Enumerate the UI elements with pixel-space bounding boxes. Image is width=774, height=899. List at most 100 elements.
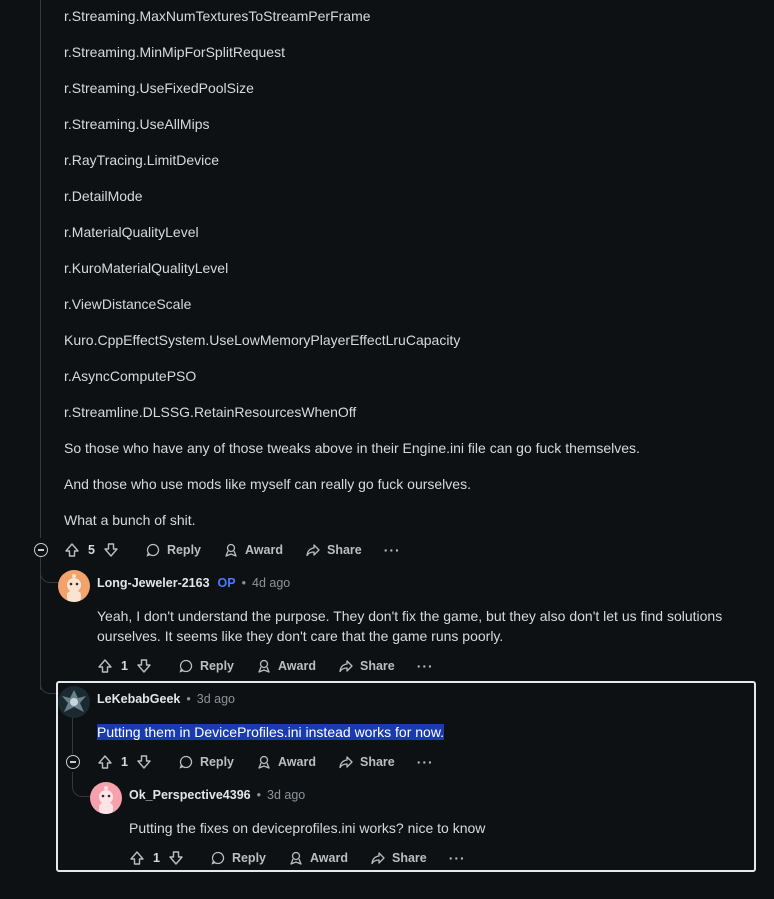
award-label: Award	[278, 659, 316, 673]
comment-body-line: Kuro.CppEffectSystem.UseLowMemoryPlayerE…	[64, 332, 461, 348]
share-arrow-icon	[305, 542, 321, 558]
timestamp[interactable]: 4d ago	[252, 576, 290, 590]
reply-label: Reply	[199, 659, 234, 673]
comment-body: Putting them in DeviceProfiles.ini inste…	[97, 722, 445, 742]
award-button[interactable]: Award	[256, 754, 316, 770]
comment-body-line: r.RayTracing.LimitDevice	[64, 152, 220, 168]
comment-body-line: r.MaterialQualityLevel	[64, 224, 199, 240]
reply-bubble-icon	[210, 850, 226, 866]
award-button[interactable]: Award	[223, 542, 283, 558]
reply-label: Reply	[231, 851, 266, 865]
upvote-icon[interactable]	[97, 658, 113, 674]
vote-control: 1	[97, 754, 152, 770]
timestamp[interactable]: 3d ago	[197, 692, 235, 706]
comment-header: Ok_Perspective4396 • 3d ago	[129, 784, 305, 806]
share-arrow-icon	[370, 850, 386, 866]
vote-count: 1	[121, 755, 128, 769]
comment-body-line: r.Streaming.UseAllMips	[64, 116, 210, 132]
vote-count: 5	[88, 543, 95, 557]
share-label: Share	[326, 543, 362, 557]
separator-dot: •	[241, 576, 246, 590]
comment-body-line: r.KuroMaterialQualityLevel	[64, 260, 229, 276]
separator-dot: •	[186, 692, 191, 706]
reply-bubble-icon	[178, 658, 194, 674]
downvote-icon[interactable]	[136, 658, 152, 674]
comment-body: Yeah, I don't understand the purpose. Th…	[97, 606, 757, 646]
comment-body-line: What a bunch of shit.	[64, 512, 196, 528]
share-label: Share	[359, 659, 395, 673]
action-bar: 1 Reply Award Share ···	[97, 654, 434, 678]
vote-control: 5	[64, 542, 119, 558]
separator-dot: •	[256, 788, 262, 802]
comment-body-line: r.ViewDistanceScale	[64, 296, 192, 312]
action-bar: 1 Reply Award Share ···	[97, 750, 434, 774]
more-dots-icon[interactable]: ···	[449, 850, 466, 866]
comment-body-line: r.DetailMode	[64, 188, 143, 204]
share-button[interactable]: Share	[305, 542, 362, 558]
comment-body-line: r.AsyncComputePSO	[64, 368, 197, 384]
award-icon	[223, 542, 239, 558]
award-label: Award	[278, 755, 316, 769]
reply-label: Reply	[166, 543, 201, 557]
comment-body-line: r.Streaming.MaxNumTexturesToStreamPerFra…	[64, 8, 371, 24]
comment-body-line: r.Streamline.DLSSG.RetainResourcesWhenOf…	[64, 404, 357, 420]
reply-bubble-icon	[145, 542, 161, 558]
downvote-icon[interactable]	[136, 754, 152, 770]
vote-count: 1	[121, 659, 128, 673]
more-dots-icon[interactable]: ···	[417, 754, 434, 770]
comment-body-line: r.Streaming.UseFixedPoolSize	[64, 80, 254, 96]
share-arrow-icon	[338, 754, 354, 770]
comment-body: Putting the fixes on deviceprofiles.ini …	[129, 820, 486, 836]
reply-button[interactable]: Reply	[178, 658, 234, 674]
more-dots-icon[interactable]: ···	[384, 542, 401, 558]
upvote-icon[interactable]	[97, 754, 113, 770]
vote-count: 1	[153, 851, 160, 865]
award-label: Award	[245, 543, 283, 557]
share-label: Share	[359, 755, 395, 769]
comment-body-line: ourselves. It seems like they don't care…	[97, 628, 504, 644]
award-label: Award	[310, 851, 348, 865]
comment-header: LeKebabGeek • 3d ago	[97, 688, 235, 710]
comment-body-line: r.Streaming.MinMipForSplitRequest	[64, 44, 285, 60]
reply-button[interactable]: Reply	[210, 850, 266, 866]
award-icon	[288, 850, 304, 866]
award-icon	[256, 754, 272, 770]
comment-body-line: Yeah, I don't understand the purpose. Th…	[97, 608, 723, 624]
reply-button[interactable]: Reply	[178, 754, 234, 770]
vote-control: 1	[129, 850, 184, 866]
downvote-icon[interactable]	[103, 542, 119, 558]
downvote-icon[interactable]	[168, 850, 184, 866]
action-bar: 1 Reply Award Share ···	[129, 846, 466, 870]
collapse-minus-icon[interactable]	[34, 543, 48, 557]
author-name[interactable]: Long-Jeweler-2163	[97, 576, 210, 590]
comment-body-line: And those who use mods like myself can r…	[64, 476, 471, 492]
share-button[interactable]: Share	[338, 658, 395, 674]
comment-header: Long-Jeweler-2163 OP • 4d ago	[97, 572, 290, 594]
thread-branch-curve-1	[40, 570, 59, 583]
more-dots-icon[interactable]: ···	[417, 658, 434, 674]
avatar[interactable]	[58, 686, 90, 718]
author-name[interactable]: LeKebabGeek	[97, 692, 180, 706]
share-arrow-icon	[338, 658, 354, 674]
reply-label: Reply	[199, 755, 234, 769]
upvote-icon[interactable]	[129, 850, 145, 866]
award-icon	[256, 658, 272, 674]
timestamp[interactable]: 3d ago	[267, 788, 305, 802]
reply-button[interactable]: Reply	[145, 542, 201, 558]
avatar[interactable]	[90, 782, 122, 814]
award-button[interactable]: Award	[256, 658, 316, 674]
share-button[interactable]: Share	[338, 754, 395, 770]
comment-body-line: So those who have any of those tweaks ab…	[64, 440, 640, 456]
author-name[interactable]: Ok_Perspective4396	[129, 788, 251, 802]
thread-line-root[interactable]	[40, 0, 41, 538]
avatar[interactable]	[58, 570, 90, 602]
comment-thread: r.Streaming.MaxNumTexturesToStreamPerFra…	[0, 0, 774, 899]
op-badge: OP	[217, 576, 236, 590]
upvote-icon[interactable]	[64, 542, 80, 558]
reply-bubble-icon	[178, 754, 194, 770]
collapse-minus-icon[interactable]	[66, 755, 80, 769]
share-button[interactable]: Share	[370, 850, 427, 866]
share-label: Share	[391, 851, 427, 865]
selected-text: Putting them in DeviceProfiles.ini inste…	[97, 724, 445, 740]
award-button[interactable]: Award	[288, 850, 348, 866]
